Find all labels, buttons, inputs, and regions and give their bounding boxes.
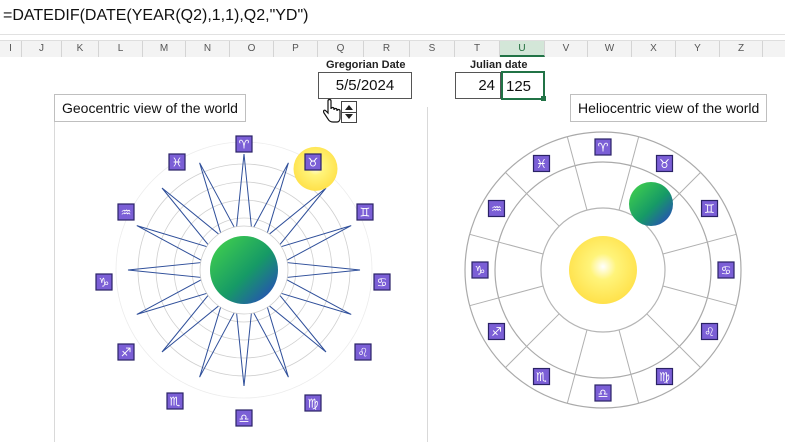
column-header-p[interactable]: P [274, 41, 318, 57]
fill-handle[interactable] [541, 96, 546, 101]
svg-text:♌: ♌ [358, 346, 369, 360]
formula-bar[interactable]: =DATEDIF(DATE(YEAR(Q2),1,1),Q2,"YD") [0, 0, 785, 35]
column-header-q[interactable]: Q [318, 41, 364, 57]
zodiac-libra-icon: ♎ [594, 384, 612, 402]
sector-line [662, 285, 737, 307]
column-header-row: IJKLMNOPQRSTUVWXYZ [0, 40, 785, 58]
sector-line [505, 313, 560, 368]
sector-line [566, 329, 588, 404]
sun-icon [569, 236, 637, 304]
svg-text:♐: ♐ [491, 325, 502, 339]
sector-line [469, 233, 544, 255]
svg-text:♓: ♓ [536, 157, 547, 171]
zodiac-pisces-icon: ♓ [168, 153, 186, 171]
column-header-t[interactable]: T [455, 41, 500, 57]
geocentric-diagram: ♈ ♉ ♊ ♋ ♌ ♍ ♎ ♏ ♐ ♑ ♒ ♓ [95, 135, 391, 427]
svg-text:♊: ♊ [704, 202, 715, 216]
column-header-z[interactable]: Z [720, 41, 763, 57]
zodiac-taurus-icon: ♉ [304, 153, 322, 171]
svg-text:♏: ♏ [536, 370, 547, 384]
column-header-s[interactable]: S [410, 41, 455, 57]
svg-text:♈: ♈ [239, 138, 250, 152]
column-header-o[interactable]: O [230, 41, 274, 57]
svg-text:♊: ♊ [360, 206, 371, 220]
zodiac-aries-icon: ♈ [235, 135, 253, 153]
sector-line [618, 329, 640, 404]
svg-text:♍: ♍ [308, 397, 319, 411]
column-header-v[interactable]: V [545, 41, 588, 57]
column-header-n[interactable]: N [186, 41, 230, 57]
zodiac-aquarius-icon: ♒ [487, 199, 506, 218]
formula-text[interactable]: =DATEDIF(DATE(YEAR(Q2),1,1),Q2,"YD") [3, 7, 308, 25]
spin-up-arrow-icon[interactable] [345, 105, 353, 110]
sector-line [662, 233, 737, 255]
sector-line [469, 285, 544, 307]
column-header-m[interactable]: M [143, 41, 186, 57]
zodiac-taurus-icon: ♉ [655, 154, 674, 173]
gregorian-date-label: Gregorian Date [326, 59, 406, 71]
zodiac-leo-icon: ♌ [700, 322, 719, 341]
svg-text:♎: ♎ [239, 412, 250, 426]
svg-text:♈: ♈ [598, 141, 609, 155]
svg-text:♎: ♎ [598, 387, 609, 401]
zodiac-cancer-icon: ♋ [717, 261, 735, 279]
svg-text:♌: ♌ [704, 325, 715, 339]
column-header-j[interactable]: J [22, 41, 62, 57]
svg-text:♑: ♑ [99, 276, 110, 290]
julian-date-selected-cell[interactable]: 125 [501, 71, 545, 100]
zodiac-libra-icon: ♎ [235, 409, 253, 427]
zodiac-cancer-icon: ♋ [373, 273, 391, 291]
geocentric-title: Geocentric view of the world [54, 94, 246, 122]
svg-text:♐: ♐ [121, 346, 132, 360]
heliocentric-diagram: ♈ ♉ ♊ ♋ ♌ ♍ ♎ ♏ ♐ ♑ ♒ ♓ [464, 131, 742, 409]
zodiac-pisces-icon: ♓ [532, 154, 551, 173]
spin-down-arrow-icon[interactable] [345, 114, 353, 119]
column-header-r[interactable]: R [364, 41, 410, 57]
svg-text:♉: ♉ [659, 157, 670, 171]
svg-text:♍: ♍ [659, 370, 670, 384]
svg-text:♏: ♏ [170, 395, 181, 409]
column-header-i[interactable]: I [0, 41, 22, 57]
sector-line [646, 313, 701, 368]
column-header-u[interactable]: U [500, 41, 545, 57]
svg-text:♒: ♒ [121, 206, 132, 220]
column-header-y[interactable]: Y [676, 41, 720, 57]
column-header-l[interactable]: L [99, 41, 143, 57]
column-header-x[interactable]: X [632, 41, 676, 57]
zodiac-gemini-icon: ♊ [700, 199, 719, 218]
heliocentric-title: Heliocentric view of the world [570, 94, 768, 122]
zodiac-sagittarius-icon: ♐ [487, 322, 506, 341]
earth-icon [210, 236, 278, 304]
zodiac-sagittarius-icon: ♐ [117, 343, 135, 361]
svg-text:♓: ♓ [172, 156, 183, 170]
julian-day-cell[interactable]: 24 [455, 72, 501, 99]
column-header-w[interactable]: W [588, 41, 632, 57]
sector-line [505, 172, 560, 227]
geocentric-frame-left [54, 122, 55, 442]
zodiac-virgo-icon: ♍ [655, 367, 674, 386]
svg-text:♋: ♋ [721, 264, 732, 278]
sector-line [566, 136, 588, 211]
svg-text:♒: ♒ [491, 202, 502, 216]
column-header-k[interactable]: K [62, 41, 99, 57]
zodiac-scorpio-icon: ♏ [532, 367, 551, 386]
zodiac-aries-icon: ♈ [594, 138, 612, 156]
svg-text:♋: ♋ [377, 276, 388, 290]
zodiac-gemini-icon: ♊ [356, 203, 374, 221]
julian-date-label: Julian date [470, 59, 528, 71]
zodiac-capricorn-icon: ♑ [471, 261, 489, 279]
zodiac-scorpio-icon: ♏ [166, 392, 184, 410]
gregorian-date-cell[interactable]: 5/5/2024 [318, 72, 412, 99]
zodiac-aquarius-icon: ♒ [117, 203, 135, 221]
earth-icon [629, 182, 673, 226]
svg-text:♉: ♉ [308, 156, 319, 170]
zodiac-virgo-icon: ♍ [304, 394, 322, 412]
svg-text:♑: ♑ [475, 264, 486, 278]
zodiac-capricorn-icon: ♑ [95, 273, 113, 291]
zodiac-leo-icon: ♌ [354, 343, 372, 361]
